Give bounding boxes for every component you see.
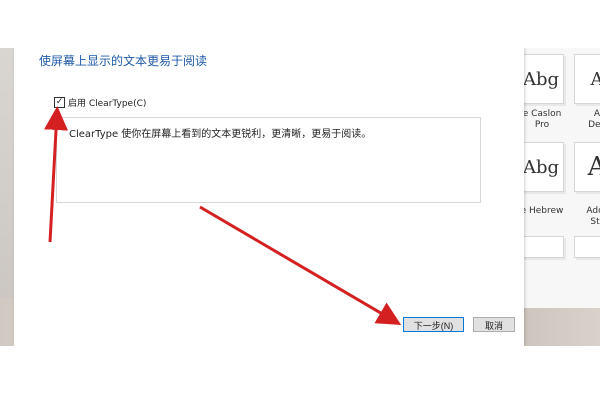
arrow-to-next-button: [199, 205, 402, 326]
arrow-to-checkbox: [44, 106, 69, 243]
annotation-arrows: [44, 106, 402, 326]
